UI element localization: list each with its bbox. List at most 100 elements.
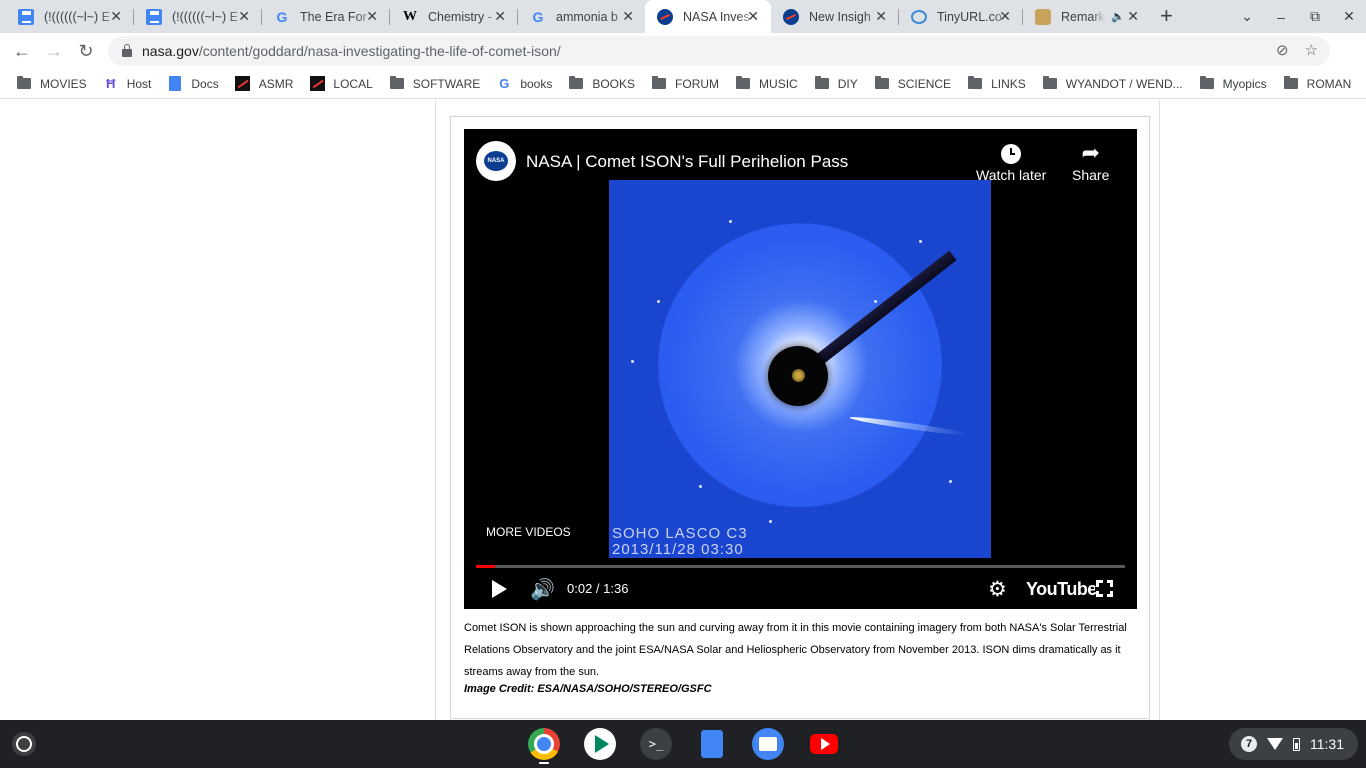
- folder-icon: [1042, 76, 1058, 92]
- bookmark-software[interactable]: SOFTWARE: [389, 76, 480, 92]
- reload-button[interactable]: ↻: [74, 39, 98, 63]
- tracking-eye-icon[interactable]: ⊘: [1276, 41, 1289, 59]
- tab-5[interactable]: G ammonia b ✕: [518, 0, 646, 33]
- files-icon[interactable]: [752, 728, 784, 760]
- settings-gear-icon[interactable]: ⚙: [988, 577, 1007, 602]
- os-shelf: >_ 7 11:31: [0, 720, 1366, 768]
- back-button[interactable]: ←: [10, 39, 34, 63]
- close-icon[interactable]: ✕: [494, 9, 506, 23]
- clock-icon: [1001, 144, 1022, 164]
- running-indicator: [539, 762, 549, 764]
- bookmark-docs[interactable]: Docs: [167, 76, 219, 92]
- wifi-icon: [1267, 738, 1283, 750]
- youtube-logo[interactable]: YouTube: [1026, 579, 1097, 600]
- bookmark-label: DIY: [837, 76, 858, 91]
- bookmark-label: ROMAN: [1306, 76, 1352, 91]
- bookmark-wyandot[interactable]: WYANDOT / WEND...: [1042, 76, 1183, 92]
- play-icon[interactable]: [492, 580, 507, 598]
- close-icon[interactable]: ✕: [999, 9, 1011, 23]
- bookmark-local[interactable]: LOCAL: [309, 76, 373, 92]
- wikipedia-icon: W: [403, 8, 417, 24]
- address-bar[interactable]: nasa.gov/content/goddard/nasa-investigat…: [108, 36, 1330, 66]
- tab-title: Remark: [1061, 9, 1105, 24]
- frame-caption: SOHO LASCO C3 2013/11/28 03:30: [612, 526, 748, 558]
- youtube-player[interactable]: SOHO LASCO C3 2013/11/28 03:30 NASA NASA…: [464, 129, 1137, 609]
- share-icon: ➦: [1081, 140, 1100, 165]
- tab-8[interactable]: TinyURL.co ✕: [899, 0, 1023, 33]
- terminal-icon[interactable]: >_: [640, 728, 672, 760]
- folder-icon: [967, 76, 983, 92]
- tab-2[interactable]: (!((((((~l~) E ✕: [134, 0, 262, 33]
- nasa-icon: [657, 8, 673, 25]
- close-icon[interactable]: ✕: [622, 9, 634, 23]
- bookmark-myopics[interactable]: Myopics: [1199, 76, 1267, 92]
- share-button[interactable]: ➦ Share: [1072, 139, 1109, 183]
- close-icon[interactable]: ✕: [747, 9, 759, 23]
- bookmark-links[interactable]: LINKS: [967, 76, 1026, 92]
- close-icon[interactable]: ✕: [110, 9, 122, 23]
- play-store-icon[interactable]: [584, 728, 616, 760]
- media-card: SOHO LASCO C3 2013/11/28 03:30 NASA NASA…: [450, 116, 1150, 719]
- tab-1[interactable]: (!((((((~l~) E ✕: [6, 0, 134, 33]
- url-text[interactable]: nasa.gov/content/goddard/nasa-investigat…: [142, 43, 561, 59]
- time-display: 0:02 / 1:36: [567, 581, 629, 596]
- close-icon[interactable]: ✕: [875, 9, 887, 23]
- folder-icon: [1199, 76, 1215, 92]
- close-icon[interactable]: ✕: [1127, 9, 1139, 23]
- video-title[interactable]: NASA | Comet ISON's Full Perihelion Pass: [526, 152, 848, 172]
- channel-avatar[interactable]: NASA: [476, 141, 516, 181]
- launcher-button[interactable]: [12, 732, 36, 756]
- battery-icon: [1293, 737, 1300, 751]
- progress-played: [476, 565, 496, 568]
- audio-playing-icon[interactable]: 🔈: [1111, 10, 1125, 23]
- watch-later-label: Watch later: [976, 167, 1047, 183]
- tab-9[interactable]: Remark 🔈 ✕: [1023, 0, 1151, 33]
- bookmark-books[interactable]: BOOKS: [568, 76, 635, 92]
- watch-later-button[interactable]: Watch later: [976, 139, 1046, 183]
- close-icon[interactable]: ✕: [366, 9, 378, 23]
- bookmark-label: LINKS: [991, 76, 1026, 91]
- restore-button[interactable]: ⧉: [1298, 8, 1332, 25]
- youtube-icon[interactable]: [808, 728, 840, 760]
- status-tray[interactable]: 7 11:31: [1229, 728, 1358, 760]
- progress-bar[interactable]: [476, 565, 1125, 568]
- more-videos-button[interactable]: MORE VIDEOS: [486, 525, 571, 539]
- folder-icon: [389, 76, 405, 92]
- bookmark-label: BOOKS: [592, 76, 636, 91]
- tab-strip: (!((((((~l~) E ✕ (!((((((~l~) E ✕ G The …: [0, 0, 1366, 33]
- docs-icon[interactable]: [696, 728, 728, 760]
- forward-button[interactable]: →: [42, 39, 66, 63]
- lock-icon[interactable]: [122, 44, 132, 57]
- bookmark-label: Myopics: [1222, 76, 1267, 91]
- fullscreen-icon[interactable]: [1095, 579, 1115, 599]
- volume-icon[interactable]: 🔊: [530, 577, 555, 602]
- tab-search-button[interactable]: ⌄: [1230, 8, 1264, 25]
- tab-4[interactable]: W Chemistry - ✕: [390, 0, 518, 33]
- new-tab-button[interactable]: +: [1160, 5, 1173, 27]
- tab-3[interactable]: G The Era For ✕: [262, 0, 390, 33]
- bookmark-star-icon[interactable]: ☆: [1305, 41, 1318, 59]
- asmr-icon: [235, 76, 251, 92]
- bookmark-label: LOCAL: [333, 76, 373, 91]
- chrome-icon[interactable]: [528, 728, 560, 760]
- image-credit: Image Credit: ESA/NASA/SOHO/STEREO/GSFC: [464, 683, 712, 695]
- tab-7[interactable]: New Insigh ✕: [771, 0, 899, 33]
- bookmark-asmr[interactable]: ASMR: [235, 76, 293, 92]
- bookmark-movies[interactable]: MOVIES: [16, 76, 87, 92]
- bookmark-label: Host: [126, 76, 152, 91]
- bookmark-label: FORUM: [675, 76, 720, 91]
- bookmark-science[interactable]: SCIENCE: [874, 76, 951, 92]
- bookmark-forum[interactable]: FORUM: [651, 76, 719, 92]
- close-window-button[interactable]: ✕: [1332, 8, 1366, 25]
- close-icon[interactable]: ✕: [238, 9, 250, 23]
- minimize-button[interactable]: –: [1264, 9, 1298, 25]
- bookmark-music[interactable]: MUSIC: [735, 76, 798, 92]
- bookmark-roman[interactable]: ROMAN: [1283, 76, 1352, 92]
- bookmark-books-google[interactable]: Gbooks: [496, 76, 552, 92]
- bookmark-host[interactable]: Ħ Host: [103, 76, 152, 92]
- nasa-logo: NASA: [484, 151, 508, 171]
- video-frame[interactable]: SOHO LASCO C3 2013/11/28 03:30: [609, 180, 991, 558]
- bookmark-diy[interactable]: DIY: [814, 76, 858, 92]
- page-content[interactable]: SOHO LASCO C3 2013/11/28 03:30 NASA NASA…: [0, 100, 1366, 720]
- tab-6-active[interactable]: NASA Inves ✕: [645, 0, 771, 33]
